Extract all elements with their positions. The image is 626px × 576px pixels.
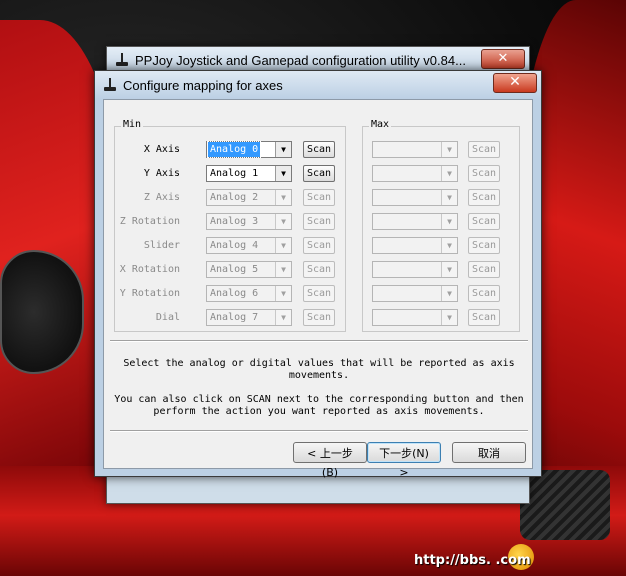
min-combo-y-axis[interactable]: Analog 1 ▼ — [206, 165, 292, 182]
axis-label-x-rotation: X Rotation — [119, 264, 180, 275]
chevron-down-icon: ▼ — [441, 286, 457, 301]
max-scan-button-x-axis: Scan — [468, 141, 500, 158]
close-icon: ✕ — [497, 51, 509, 66]
chevron-down-icon: ▼ — [275, 190, 291, 205]
axis-label-y-axis: Y Axis — [143, 168, 180, 179]
configure-axes-dialog: Configure mapping for axes ✕ Min Max X A… — [94, 70, 542, 479]
max-scan-button-z-axis: Scan — [468, 189, 500, 206]
min-combo-slider: Analog 4 ▼ — [206, 237, 292, 254]
chevron-down-icon: ▼ — [441, 310, 457, 325]
max-scan-button-y-rotation: Scan — [468, 285, 500, 302]
min-scan-button-x-axis[interactable]: Scan — [303, 141, 335, 158]
max-scan-button-y-axis: Scan — [468, 165, 500, 182]
dialog-titlebar: Configure mapping for axes — [95, 71, 541, 99]
axis-label-y-rotation: Y Rotation — [119, 288, 180, 299]
info-text-primary: Select the analog or digital values that… — [123, 358, 515, 381]
close-icon: ✕ — [509, 74, 521, 90]
min-scan-button-y-rotation: Scan — [303, 285, 335, 302]
chevron-down-icon: ▼ — [441, 190, 457, 205]
divider-bottom — [110, 430, 528, 432]
background-grille — [520, 470, 610, 540]
max-combo-x-axis: ▼ — [372, 141, 458, 158]
min-group-label: Min — [121, 119, 144, 130]
axis-label-z-axis: Z Axis — [143, 192, 180, 203]
chevron-down-icon: ▼ — [441, 262, 457, 277]
chevron-down-icon: ▼ — [441, 214, 457, 229]
min-scan-button-z-rotation: Scan — [303, 213, 335, 230]
next-button[interactable]: 下一步(N) > — [367, 442, 441, 479]
min-combo-dial: Analog 7 ▼ — [206, 309, 292, 326]
min-combo-x-axis[interactable]: Analog 0 ▼ — [206, 141, 292, 158]
max-scan-button-slider: Scan — [468, 237, 500, 254]
min-scan-button-slider: Scan — [303, 237, 335, 254]
axis-label-dial: Dial — [155, 312, 180, 323]
max-combo-y-axis: ▼ — [372, 165, 458, 182]
chevron-down-icon: ▼ — [275, 262, 291, 277]
chevron-down-icon: ▼ — [275, 166, 291, 181]
max-combo-z-rotation: ▼ — [372, 213, 458, 230]
dialog-client-area: Min Max X Axis Analog 0 ▼ Scan ▼ Scan Y … — [103, 99, 533, 479]
axis-label-slider: Slider — [143, 240, 180, 251]
chevron-down-icon: ▼ — [275, 142, 291, 157]
joystick-icon — [103, 78, 117, 92]
chevron-down-icon: ▼ — [441, 166, 457, 181]
max-group-label: Max — [369, 119, 392, 130]
max-scan-button-dial: Scan — [468, 309, 500, 326]
max-combo-x-rotation: ▼ — [372, 261, 458, 278]
background-headlight — [0, 250, 84, 374]
max-scan-button-x-rotation: Scan — [468, 261, 500, 278]
axis-label-x-axis: X Axis — [143, 144, 180, 155]
cancel-button[interactable]: 取消 — [452, 442, 526, 463]
chevron-down-icon: ▼ — [275, 310, 291, 325]
back-window-close-button[interactable]: ✕ — [481, 49, 525, 69]
back-button[interactable]: < 上一步(B) — [293, 442, 367, 479]
watermark-url: http://bbs. .com — [414, 553, 531, 568]
min-scan-button-dial: Scan — [303, 309, 335, 326]
min-combo-y-rotation: Analog 6 ▼ — [206, 285, 292, 302]
min-combo-z-axis: Analog 2 ▼ — [206, 189, 292, 206]
min-combo-z-rotation: Analog 3 ▼ — [206, 213, 292, 230]
chevron-down-icon: ▼ — [441, 142, 457, 157]
info-text-secondary: You can also click on SCAN next to the c… — [114, 394, 524, 417]
dialog-close-button[interactable]: ✕ — [493, 73, 537, 93]
chevron-down-icon: ▼ — [275, 238, 291, 253]
divider-top — [110, 340, 528, 342]
axis-label-z-rotation: Z Rotation — [119, 216, 180, 227]
min-scan-button-x-rotation: Scan — [303, 261, 335, 278]
back-window-title: PPJoy Joystick and Gamepad configuration… — [135, 52, 466, 68]
max-combo-z-axis: ▼ — [372, 189, 458, 206]
max-combo-dial: ▼ — [372, 309, 458, 326]
dialog-title: Configure mapping for axes — [123, 77, 283, 93]
chevron-down-icon: ▼ — [275, 214, 291, 229]
max-scan-button-z-rotation: Scan — [468, 213, 500, 230]
min-scan-button-z-axis: Scan — [303, 189, 335, 206]
max-combo-y-rotation: ▼ — [372, 285, 458, 302]
joystick-icon — [115, 53, 129, 67]
chevron-down-icon: ▼ — [275, 286, 291, 301]
min-combo-x-rotation: Analog 5 ▼ — [206, 261, 292, 278]
min-scan-button-y-axis[interactable]: Scan — [303, 165, 335, 182]
chevron-down-icon: ▼ — [441, 238, 457, 253]
max-combo-slider: ▼ — [372, 237, 458, 254]
